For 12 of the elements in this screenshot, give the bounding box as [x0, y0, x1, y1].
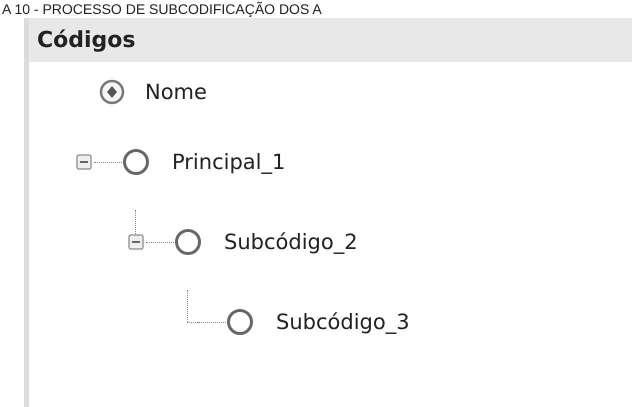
tree-item[interactable]: Subcódigo_3 [276, 310, 410, 334]
tree-item[interactable]: Subcódigo_2 [224, 230, 358, 254]
column-header[interactable]: Nome [145, 80, 207, 104]
circle-icon [226, 308, 254, 336]
tree-item[interactable]: Principal_1 [172, 150, 286, 174]
circle-icon [174, 228, 202, 256]
collapse-icon[interactable] [76, 154, 92, 170]
collapse-icon[interactable] [128, 234, 144, 250]
panel-title: Códigos [37, 28, 136, 52]
figure-caption: A 10 - PROCESSO DE SUBCODIFICAÇÃO DOS A [1, 0, 323, 18]
circle-icon [122, 148, 150, 176]
sort-icon[interactable] [99, 79, 125, 105]
